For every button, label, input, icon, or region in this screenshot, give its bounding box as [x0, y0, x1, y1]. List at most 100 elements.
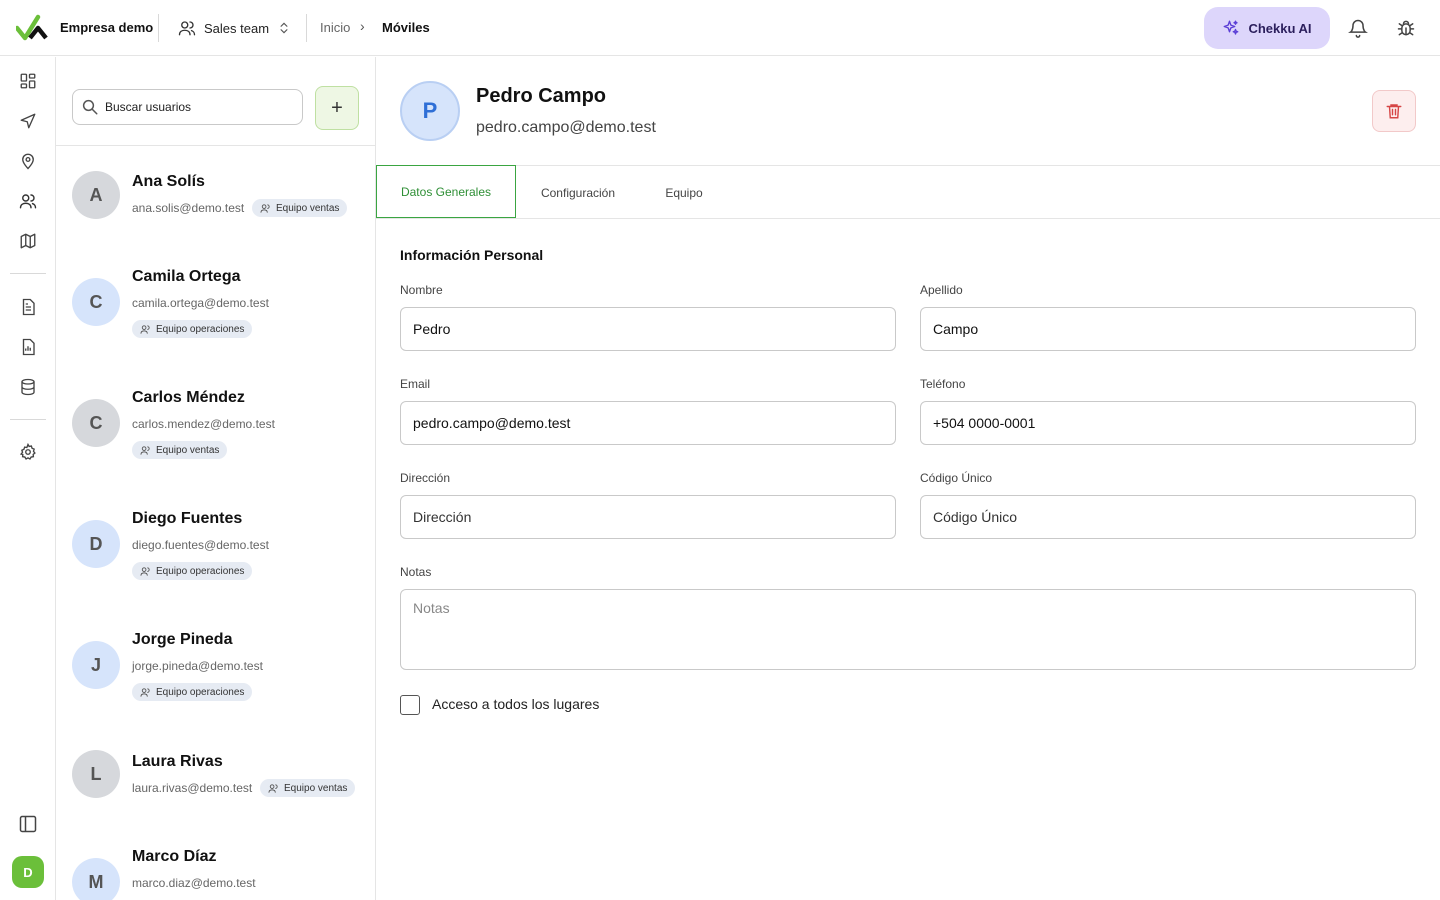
nav-map[interactable] [16, 229, 40, 253]
team-icon [268, 783, 278, 793]
rail-divider [10, 273, 46, 274]
team-icon [140, 566, 150, 576]
detail-user-email: pedro.campo@demo.test [476, 119, 656, 136]
sparkles-icon [1224, 20, 1239, 35]
user-name: Camila Ortega [132, 268, 241, 285]
user-detail-panel: P Pedro Campo pedro.campo@demo.test Dato… [376, 57, 1440, 900]
chevron-up-down-icon [280, 22, 288, 34]
team-badge-label: Equipo operaciones [156, 565, 245, 577]
team-icon [260, 203, 270, 213]
user-list-header: + [56, 57, 375, 146]
user-list-item[interactable]: L Laura Rivas laura.rivas@demo.test Equi… [56, 725, 375, 820]
divider [306, 14, 307, 42]
breadcrumb-home[interactable]: Inicio [320, 20, 350, 35]
team-icon [140, 324, 150, 334]
user-avatar: L [72, 750, 120, 798]
team-badge-label: Equipo ventas [276, 202, 340, 214]
user-name: Jorge Pineda [132, 631, 233, 648]
search-input[interactable] [105, 100, 285, 114]
navigation-rail: D [0, 57, 56, 900]
user-list-item[interactable]: D Diego Fuentes diego.fuentes@demo.test … [56, 483, 375, 604]
report-icon [22, 338, 35, 356]
team-badge: Equipo operaciones [132, 320, 253, 338]
detail-avatar: P [400, 81, 460, 141]
user-list-item[interactable]: C Camila Ortega camila.ortega@demo.test … [56, 241, 375, 362]
all-locations-checkbox[interactable] [400, 695, 420, 715]
user-email: ana.solis@demo.test [132, 201, 245, 215]
document-icon [22, 298, 35, 316]
account-avatar[interactable]: D [12, 856, 44, 888]
user-list-item[interactable]: J Jorge Pineda jorge.pineda@demo.test Eq… [56, 604, 375, 725]
nav-locations[interactable] [16, 149, 40, 173]
rail-divider [10, 419, 46, 420]
users-icon [178, 21, 196, 36]
user-email: carlos.mendez@demo.test [132, 417, 275, 431]
team-name: Sales team [204, 20, 270, 36]
user-avatar: C [72, 399, 120, 447]
bug-icon [1397, 20, 1415, 36]
user-list-panel: + A Ana Solís ana.solis@demo.test Equipo… [56, 57, 376, 900]
user-avatar: M [72, 858, 120, 900]
bell-icon [1348, 19, 1368, 38]
nav-documents[interactable] [16, 295, 40, 319]
gear-icon [19, 443, 36, 460]
email-label: Email [400, 377, 431, 391]
top-bar: Empresa demo Sales team Inicio › Móviles… [0, 0, 1440, 56]
apellido-label: Apellido [920, 283, 963, 297]
breadcrumb-current: Móviles [382, 20, 430, 35]
team-badge: Equipo ventas [252, 199, 348, 217]
nav-navigation[interactable] [16, 109, 40, 133]
telefono-field[interactable] [920, 401, 1416, 445]
user-email: marco.diaz@demo.test [132, 876, 256, 890]
nav-dashboard[interactable] [16, 69, 40, 93]
team-icon [140, 687, 150, 697]
dashboard-icon [20, 73, 36, 89]
user-avatar: D [72, 520, 120, 568]
chekku-ai-button[interactable]: Chekku AI [1204, 7, 1330, 49]
nav-reports[interactable] [16, 335, 40, 359]
email-field[interactable] [400, 401, 896, 445]
apellido-field[interactable] [920, 307, 1416, 351]
team-badge-label: Equipo ventas [284, 782, 348, 794]
delete-user-button[interactable] [1372, 90, 1416, 132]
direccion-field[interactable] [400, 495, 896, 539]
user-avatar: A [72, 171, 120, 219]
nombre-field[interactable] [400, 307, 896, 351]
team-badge-label: Equipo operaciones [156, 686, 245, 698]
user-list-item[interactable]: A Ana Solís ana.solis@demo.test Equipo v… [56, 146, 375, 241]
add-user-button[interactable]: + [315, 86, 359, 130]
users-icon [19, 194, 37, 209]
user-email: laura.rivas@demo.test [132, 781, 253, 795]
user-list-item[interactable]: M Marco Díaz marco.diaz@demo.test [56, 820, 375, 900]
team-switcher[interactable]: Sales team [170, 12, 299, 44]
notas-label: Notas [400, 565, 432, 579]
nombre-label: Nombre [400, 283, 443, 297]
section-title: Información Personal [400, 247, 544, 263]
tab-equipo[interactable]: Equipo [648, 166, 720, 219]
team-badge: Equipo ventas [260, 779, 356, 797]
all-locations-label[interactable]: Acceso a todos los lugares [432, 696, 599, 712]
tab-datos-generales[interactable]: Datos Generales [376, 165, 516, 218]
user-email: diego.fuentes@demo.test [132, 538, 269, 552]
nav-settings[interactable] [16, 440, 40, 464]
codigo-unico-label: Código Único [920, 471, 993, 485]
codigo-unico-field[interactable] [920, 495, 1416, 539]
toggle-sidebar-button[interactable] [16, 812, 40, 836]
search-icon [82, 99, 98, 115]
nav-database[interactable] [16, 375, 40, 399]
divider [158, 14, 159, 42]
team-icon [140, 445, 150, 455]
company-name: Empresa demo [60, 20, 154, 35]
user-list-item[interactable]: C Carlos Méndez carlos.mendez@demo.test … [56, 362, 375, 483]
notifications-button[interactable] [1346, 16, 1370, 40]
team-badge: Equipo ventas [132, 441, 228, 459]
nav-users[interactable] [16, 189, 40, 213]
send-icon [20, 113, 36, 129]
bug-report-button[interactable] [1394, 16, 1418, 40]
search-box[interactable] [72, 89, 303, 125]
detail-tabs: Datos Generales Configuración Equipo [376, 165, 1440, 219]
user-name: Carlos Méndez [132, 389, 245, 406]
brand-logo[interactable] [16, 14, 48, 42]
notas-field[interactable] [400, 589, 1416, 670]
tab-configuracion[interactable]: Configuración [516, 166, 640, 219]
